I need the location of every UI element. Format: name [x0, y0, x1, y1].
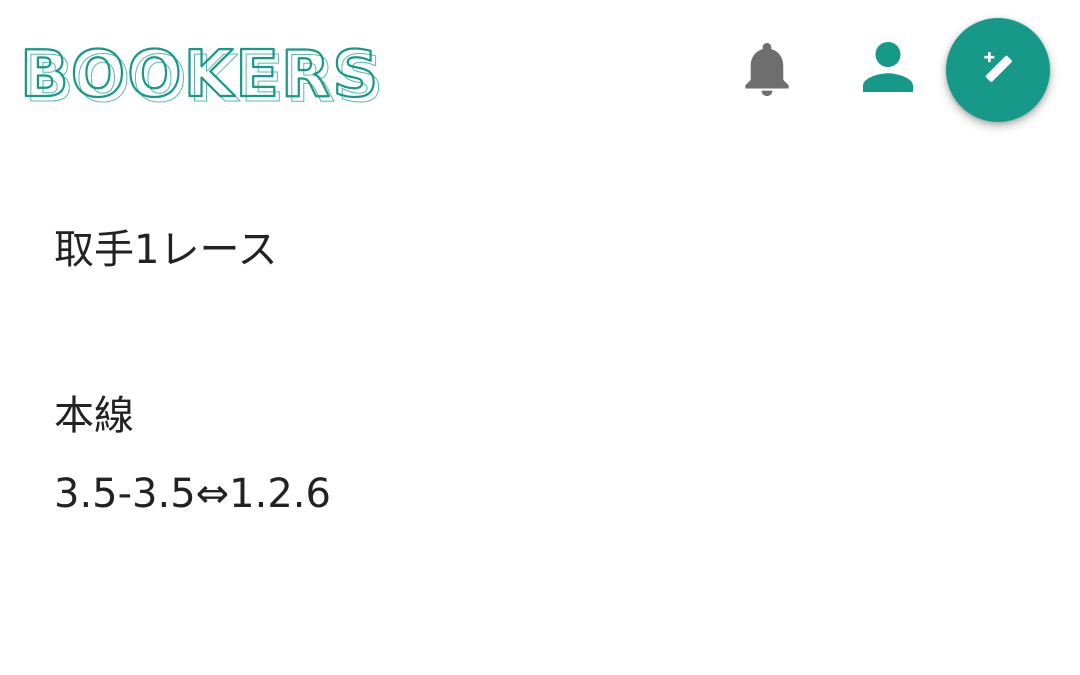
bell-icon	[741, 39, 793, 103]
logo-text-shadow: BOOKERS	[25, 43, 385, 112]
notifications-button[interactable]	[736, 38, 798, 104]
logo-wordmark: BOOKERS BOOKERS	[19, 37, 385, 112]
compose-button[interactable]	[946, 18, 1050, 122]
section-label: 本線	[54, 393, 134, 439]
person-icon	[858, 37, 918, 101]
magic-wand-icon	[978, 48, 1018, 92]
app-logo[interactable]: BOOKERS BOOKERS	[16, 26, 386, 112]
app-header: BOOKERS BOOKERS	[0, 0, 1080, 140]
account-button[interactable]	[852, 36, 924, 102]
bet-combination: 3.5-3.5⇔1.2.6	[54, 471, 331, 517]
page: BOOKERS BOOKERS 取手1レース 本線 3.5-3.5⇔1.2.6	[0, 0, 1080, 675]
race-title: 取手1レース	[54, 227, 278, 273]
